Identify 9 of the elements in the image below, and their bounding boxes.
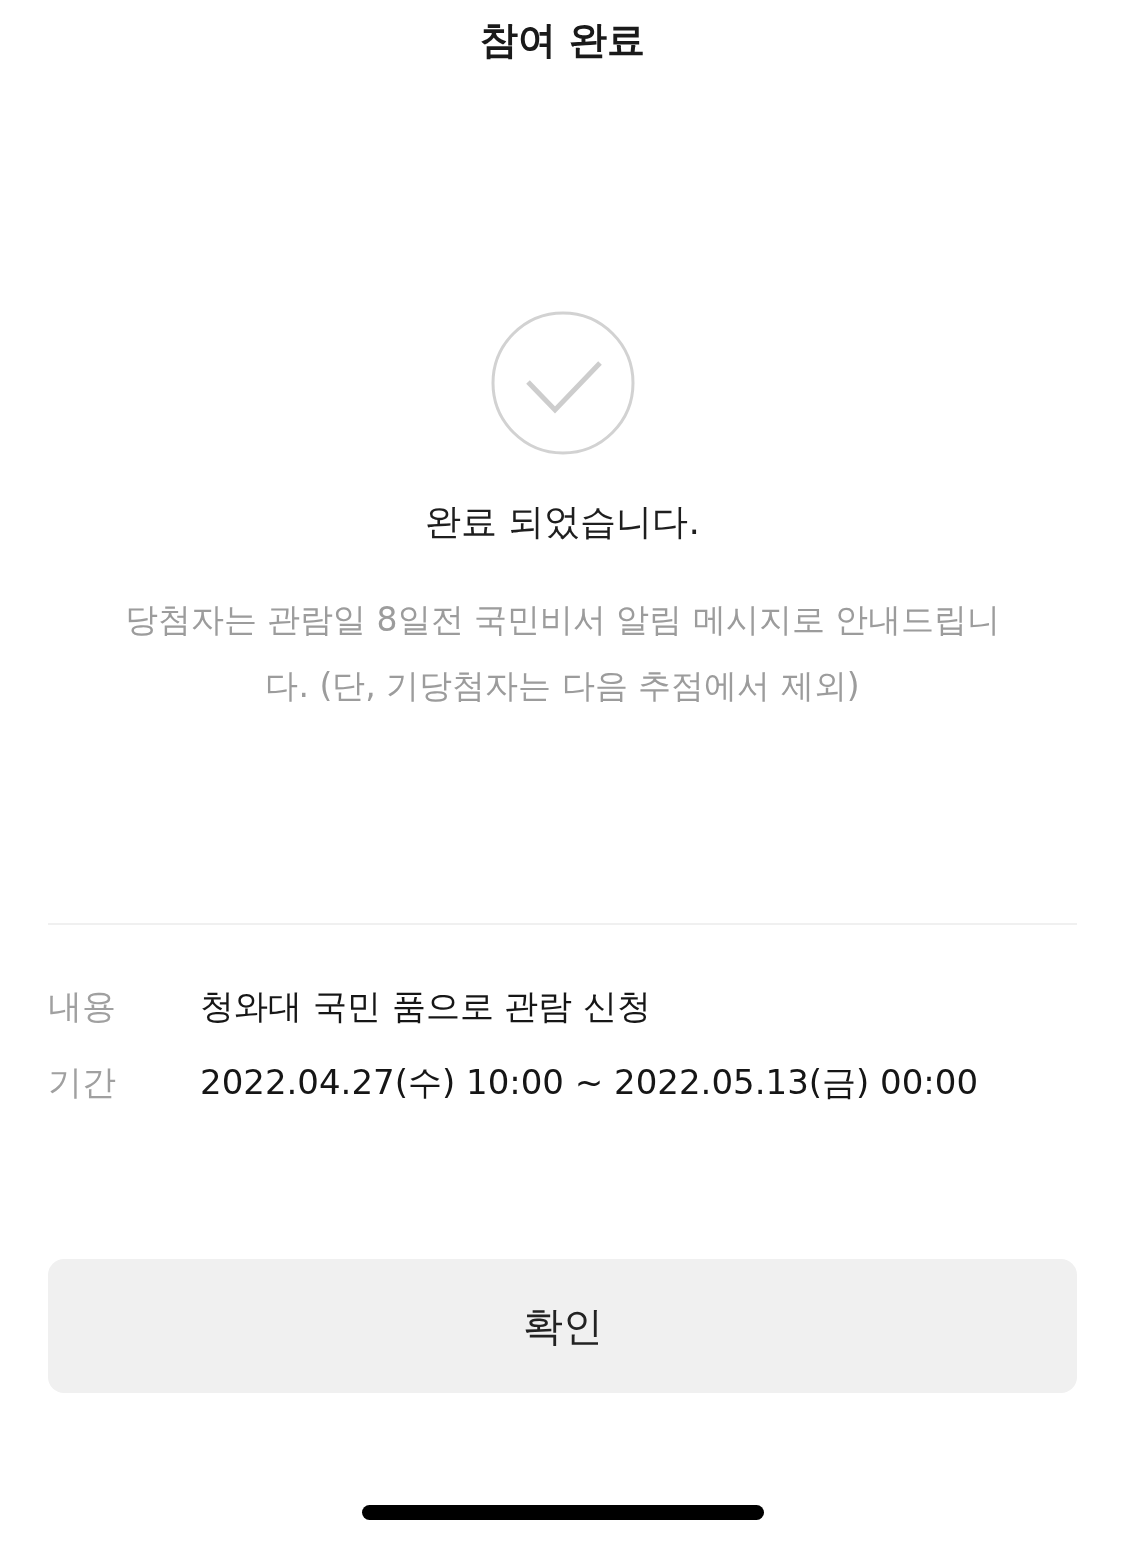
page-title: 참여 완료: [479, 17, 646, 64]
confirm-button[interactable]: 확인: [48, 1259, 1077, 1393]
detail-label: 기간: [48, 1061, 117, 1104]
completion-message: 완료 되었습니다.: [425, 500, 700, 544]
detail-value: 청와대 국민 품으로 관람 신청: [200, 985, 652, 1028]
detail-value: 2022.04.27(수) 10:00 ~ 2022.05.13(금) 00:00: [200, 1061, 979, 1104]
check-circle-icon: [490, 311, 635, 455]
detail-label: 내용: [48, 985, 117, 1028]
notice-text: 당첨자는 관람일 8일전 국민비서 알림 메시지로 안내드립니다. (단, 기당첨자는 다음 추점에서 제외): [123, 599, 1002, 707]
